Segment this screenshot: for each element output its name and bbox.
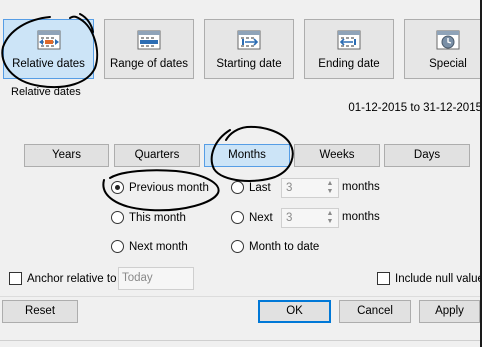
ok-button[interactable]: OK [258,300,331,323]
tab-range-of-dates[interactable]: Range of dates [104,19,194,79]
last-count-value: 3 [286,182,293,194]
calendar-special-icon [436,30,460,50]
radio-circle[interactable] [111,240,124,253]
cancel-button[interactable]: Cancel [339,300,411,323]
radio-circle[interactable] [231,211,244,224]
radio-circle[interactable] [111,181,124,194]
tab-ending-date[interactable]: Ending date [304,19,394,79]
section-label: Relative dates [11,86,81,98]
radio-label: Month to date [249,241,320,253]
calendar-range-icon [137,30,161,50]
tab-starting-date[interactable]: Starting date [204,19,294,79]
period-quarters-button[interactable]: Quarters [114,144,200,167]
radio-label: Previous month [129,182,209,194]
tab-label: Special [429,58,467,70]
radio-circle[interactable] [111,211,124,224]
tab-label: Relative dates [12,58,85,70]
period-weeks-button[interactable]: Weeks [294,144,380,167]
tab-special[interactable]: Special [404,19,482,79]
period-days-button[interactable]: Days [384,144,470,167]
spin-down-icon[interactable]: ▼ [323,218,337,226]
radio-circle[interactable] [231,181,244,194]
next-count-value: 3 [286,212,293,224]
checkbox-box[interactable] [9,272,22,285]
checkbox-box[interactable] [377,272,390,285]
spin-arrows[interactable]: ▲ ▼ [323,210,337,226]
anchor-label: Anchor relative to [27,273,117,285]
spin-up-icon[interactable]: ▲ [323,210,337,218]
last-count-stepper[interactable]: 3 ▲ ▼ [281,178,339,198]
calendar-end-icon [337,30,361,50]
next-count-stepper[interactable]: 3 ▲ ▼ [281,208,339,228]
radio-label: Next [249,212,273,224]
include-null-label: Include null values [395,273,482,285]
period-years-button[interactable]: Years [24,144,109,167]
anchor-value-field[interactable]: Today [118,267,194,290]
date-mode-tabstrip: Relative dates Range of dates Starting d… [0,0,482,88]
reset-button[interactable]: Reset [2,300,78,323]
date-range-display: 01-12-2015 to 31-12-2015 [348,102,482,114]
radio-label: Last [249,182,271,194]
calendar-start-icon [237,30,261,50]
tab-label: Starting date [216,58,282,70]
divider [0,296,482,297]
next-unit-label: months [342,211,380,223]
tab-label: Ending date [318,58,380,70]
radio-circle[interactable] [231,240,244,253]
tab-label: Range of dates [109,58,188,70]
spin-up-icon[interactable]: ▲ [323,180,337,188]
radio-label: Next month [129,241,188,253]
period-months-button[interactable]: Months [204,144,290,167]
window-bottom-edge [0,340,482,341]
apply-button[interactable]: Apply [419,300,480,323]
spin-down-icon[interactable]: ▼ [323,188,337,196]
tab-relative-dates[interactable]: Relative dates [3,19,94,79]
last-unit-label: months [342,181,380,193]
radio-label: This month [129,212,186,224]
spin-arrows[interactable]: ▲ ▼ [323,180,337,196]
calendar-relative-icon [37,30,60,50]
